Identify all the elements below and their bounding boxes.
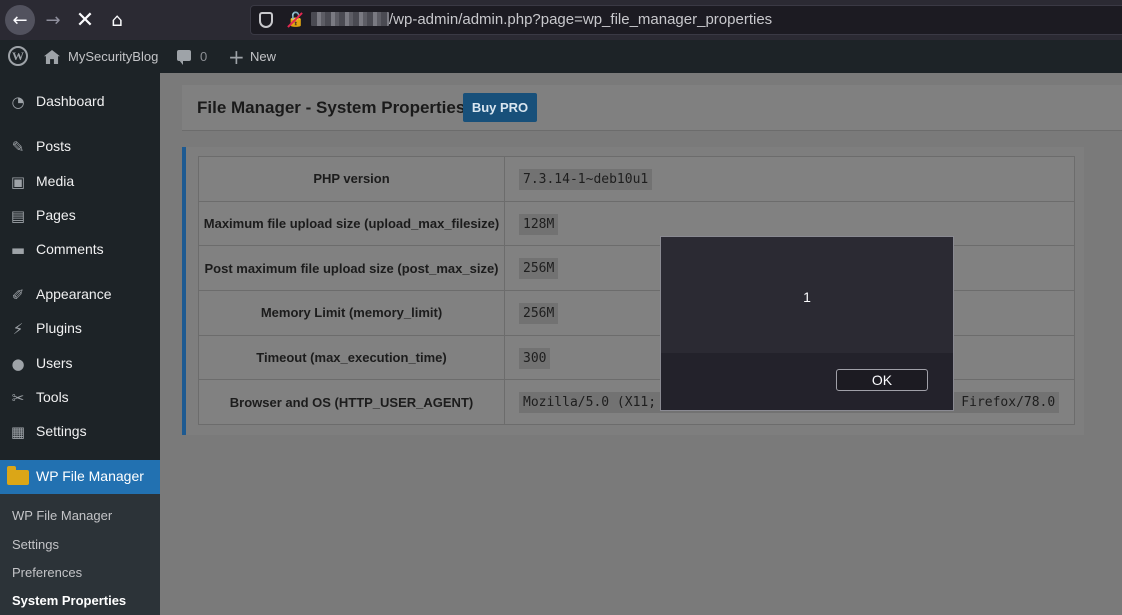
alert-message: 1 — [803, 289, 811, 305]
wrench-icon: ✂ — [11, 389, 25, 407]
sidebar-item-users[interactable]: ● Users — [0, 349, 160, 379]
sidebar-item-label: WP File Manager — [36, 468, 144, 484]
sidebar-item-label: Posts — [36, 138, 72, 154]
file-manager-submenu: WP File Manager Settings Preferences Sys… — [0, 494, 160, 615]
sidebar-item-media[interactable]: ▣ Media — [0, 167, 160, 197]
browser-toolbar: ← → ✕ ⌂ 🔓 /wp-admin/admin.php?page=wp_fi… — [0, 0, 1122, 40]
submenu-item-system-properties[interactable]: System Properties — [12, 593, 126, 608]
sidebar-item-label: Pages — [36, 207, 76, 223]
media-icon: ▣ — [10, 173, 26, 191]
alert-dialog: 1 OK — [660, 236, 954, 411]
plus-icon[interactable]: + — [228, 40, 245, 73]
sidebar-item-appearance[interactable]: ✐ Appearance — [0, 280, 160, 310]
page-title: File Manager - System Properties — [197, 98, 466, 117]
user-icon: ● — [11, 355, 25, 373]
site-name-link[interactable]: MySecurityBlog — [68, 40, 158, 73]
comment-bubble-icon[interactable] — [177, 50, 191, 65]
sidebar-item-label: Dashboard — [36, 93, 105, 109]
comment-count[interactable]: 0 — [200, 40, 207, 73]
sidebar-item-tools[interactable]: ✂ Tools — [0, 383, 160, 413]
back-arrow-icon[interactable]: ← — [5, 5, 35, 35]
site-home-icon[interactable] — [44, 50, 60, 64]
wordpress-logo-icon[interactable]: W — [8, 46, 28, 66]
comment-icon: ▬ — [10, 241, 26, 259]
ok-button[interactable]: OK — [836, 369, 928, 391]
property-value: 128M — [519, 213, 559, 235]
sidebar-item-label: Users — [36, 355, 73, 371]
sidebar-item-plugins[interactable]: ⚡ Plugins — [0, 314, 160, 344]
sidebar-item-label: Comments — [36, 241, 104, 257]
property-value: 256M — [519, 258, 559, 280]
sidebar-item-settings[interactable]: ▦ Settings — [0, 417, 160, 447]
sidebar-item-comments[interactable]: ▬ Comments — [0, 235, 160, 265]
sidebar-item-label: Tools — [36, 389, 69, 405]
settings-icon: ▦ — [10, 423, 26, 441]
admin-sidebar: ◔ Dashboard ✎ Posts ▣ Media ▤ Pages ▬ Co… — [0, 73, 168, 615]
pages-icon: ▤ — [10, 207, 26, 225]
property-label: PHP version — [198, 156, 505, 202]
submenu-item-wp-file-manager[interactable]: WP File Manager — [12, 508, 112, 523]
property-value: 256M — [519, 302, 559, 324]
buy-pro-button[interactable]: Buy PRO — [463, 93, 537, 122]
stop-loading-icon[interactable]: ✕ — [70, 5, 100, 35]
dialog-footer: OK — [661, 353, 953, 410]
sidebar-item-dashboard[interactable]: ◔ Dashboard — [0, 87, 160, 117]
sidebar-item-label: Settings — [36, 423, 87, 439]
sidebar-item-label: Media — [36, 173, 75, 189]
wp-admin-bar: W MySecurityBlog 0 + New — [0, 40, 1122, 73]
folder-icon — [7, 466, 29, 485]
new-content-link[interactable]: New — [250, 40, 276, 73]
url-path: /wp-admin/admin.php?page=wp_file_manager… — [389, 11, 773, 28]
home-icon[interactable]: ⌂ — [102, 5, 132, 35]
sidebar-item-label: Appearance — [36, 286, 112, 302]
property-label: Timeout (max_execution_time) — [198, 334, 505, 381]
insecure-lock-icon[interactable]: 🔓 — [287, 12, 304, 28]
main-content: File Manager - System Properties Buy PRO… — [160, 73, 1122, 615]
sidebar-item-pages[interactable]: ▤ Pages — [0, 201, 160, 231]
property-value: 300 — [519, 347, 551, 369]
plugin-icon: ⚡ — [12, 320, 24, 338]
property-label: Browser and OS (HTTP_USER_AGENT) — [198, 379, 505, 426]
table-row: PHP version 7.3.14-1~deb10u1 — [198, 156, 1075, 202]
sidebar-item-label: Plugins — [36, 320, 82, 336]
submenu-item-settings[interactable]: Settings — [12, 537, 59, 552]
page-header: File Manager - System Properties Buy PRO — [182, 85, 1122, 131]
dashboard-icon: ◔ — [11, 93, 25, 111]
tracking-shield-icon[interactable] — [259, 12, 273, 28]
brush-icon: ✐ — [11, 286, 25, 304]
redacted-host — [311, 12, 389, 26]
property-label: Maximum file upload size (upload_max_fil… — [198, 200, 505, 247]
property-value: 7.3.14-1~deb10u1 — [519, 168, 653, 190]
submenu-item-preferences[interactable]: Preferences — [12, 565, 82, 580]
sidebar-item-posts[interactable]: ✎ Posts — [0, 132, 160, 162]
property-label: Post maximum file upload size (post_max_… — [198, 245, 505, 292]
pin-icon: ✎ — [11, 138, 25, 156]
forward-arrow-icon[interactable]: → — [38, 5, 68, 35]
address-bar[interactable]: 🔓 /wp-admin/admin.php?page=wp_file_manag… — [250, 5, 1122, 35]
sidebar-item-wp-file-manager[interactable]: WP File Manager — [0, 460, 168, 494]
property-label: Memory Limit (memory_limit) — [198, 290, 505, 336]
